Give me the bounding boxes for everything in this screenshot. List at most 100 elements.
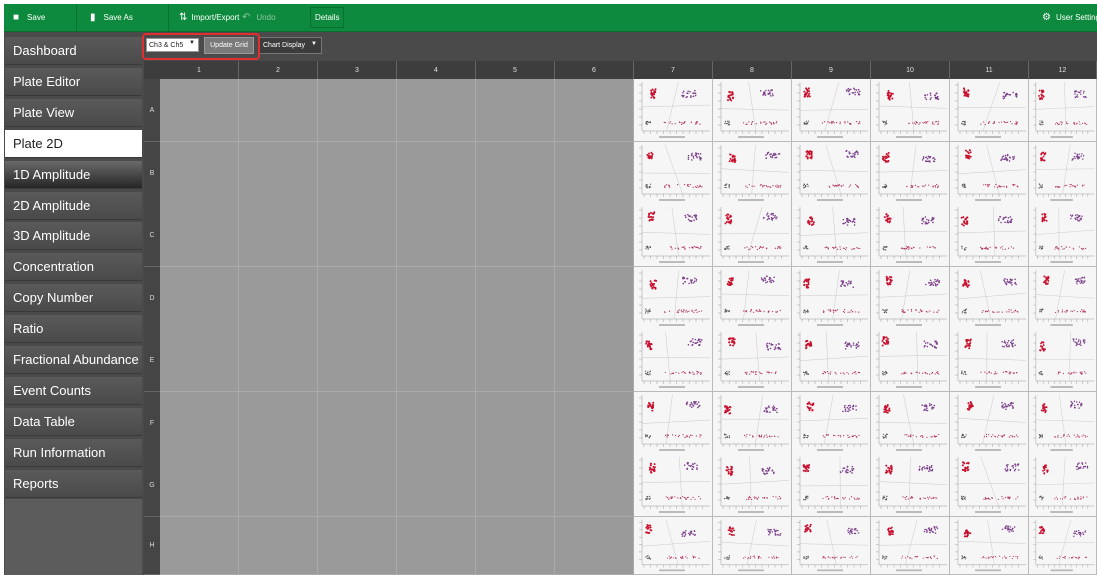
sidebar-item-plate-view[interactable]: Plate View (5, 99, 142, 127)
well-cell-B2[interactable] (239, 142, 318, 205)
well-plot-E9[interactable] (792, 329, 871, 392)
well-plot-E7[interactable] (634, 329, 713, 392)
user-settings-button[interactable]: ⚙ User Settings (1040, 4, 1097, 31)
sidebar-item-1d-amplitude[interactable]: 1D Amplitude (5, 161, 142, 189)
row-header[interactable]: F (144, 392, 160, 455)
well-plot-B7[interactable] (634, 142, 713, 205)
well-cell-C4[interactable] (397, 204, 476, 267)
well-plot-G7[interactable] (634, 454, 713, 517)
well-cell-H2[interactable] (239, 517, 318, 575)
column-header[interactable]: 6 (555, 61, 634, 79)
sidebar-item-copy-number[interactable]: Copy Number (5, 284, 142, 312)
column-header[interactable]: 4 (397, 61, 476, 79)
well-cell-H1[interactable] (160, 517, 239, 575)
well-plot-B9[interactable] (792, 142, 871, 205)
undo-button[interactable]: ↶ Undo (236, 4, 296, 31)
well-plot-B10[interactable] (871, 142, 950, 205)
well-cell-A6[interactable] (555, 79, 634, 142)
well-cell-F6[interactable] (555, 392, 634, 455)
well-plot-C11[interactable] (950, 204, 1029, 267)
row-header[interactable]: G (144, 454, 160, 517)
well-cell-B4[interactable] (397, 142, 476, 205)
sidebar-item-data-table[interactable]: Data Table (5, 408, 142, 436)
well-cell-C5[interactable] (476, 204, 555, 267)
column-header[interactable]: 11 (950, 61, 1029, 79)
sidebar-item-dashboard[interactable]: Dashboard (5, 37, 142, 65)
well-cell-G1[interactable] (160, 454, 239, 517)
sidebar-item-concentration[interactable]: Concentration (5, 253, 142, 281)
column-header[interactable]: 10 (871, 61, 950, 79)
sidebar-item-plate-editor[interactable]: Plate Editor (5, 68, 142, 96)
well-cell-D4[interactable] (397, 267, 476, 330)
sidebar-item-run-information[interactable]: Run Information (5, 439, 142, 467)
sidebar-item-fractional-abundance[interactable]: Fractional Abundance (5, 346, 142, 374)
well-cell-H5[interactable] (476, 517, 555, 575)
well-plot-A12[interactable] (1029, 79, 1097, 142)
well-cell-G5[interactable] (476, 454, 555, 517)
well-plot-H7[interactable] (634, 517, 713, 575)
well-cell-H6[interactable] (555, 517, 634, 575)
save-as-button[interactable]: ▮ Save As (77, 4, 169, 31)
sidebar-item-3d-amplitude[interactable]: 3D Amplitude (5, 222, 142, 250)
well-cell-B1[interactable] (160, 142, 239, 205)
column-header[interactable]: 1 (160, 61, 239, 79)
well-plot-D12[interactable] (1029, 267, 1097, 330)
well-cell-A2[interactable] (239, 79, 318, 142)
well-cell-E6[interactable] (555, 329, 634, 392)
well-cell-H4[interactable] (397, 517, 476, 575)
well-plot-G10[interactable] (871, 454, 950, 517)
well-plot-G8[interactable] (713, 454, 792, 517)
row-header[interactable]: C (144, 204, 160, 267)
well-plot-F7[interactable] (634, 392, 713, 455)
well-plot-C9[interactable] (792, 204, 871, 267)
well-plot-D9[interactable] (792, 267, 871, 330)
column-header[interactable]: 3 (318, 61, 397, 79)
well-plot-C10[interactable] (871, 204, 950, 267)
well-cell-B5[interactable] (476, 142, 555, 205)
column-header[interactable]: 12 (1029, 61, 1097, 79)
well-plot-F8[interactable] (713, 392, 792, 455)
well-cell-F1[interactable] (160, 392, 239, 455)
column-header[interactable]: 7 (634, 61, 713, 79)
well-cell-A1[interactable] (160, 79, 239, 142)
well-plot-C8[interactable] (713, 204, 792, 267)
well-cell-F4[interactable] (397, 392, 476, 455)
well-cell-G6[interactable] (555, 454, 634, 517)
well-plot-H12[interactable] (1029, 517, 1097, 575)
well-cell-D2[interactable] (239, 267, 318, 330)
well-plot-D7[interactable] (634, 267, 713, 330)
row-header[interactable]: E (144, 329, 160, 392)
well-plot-A10[interactable] (871, 79, 950, 142)
well-cell-C3[interactable] (318, 204, 397, 267)
well-cell-F5[interactable] (476, 392, 555, 455)
well-plot-D8[interactable] (713, 267, 792, 330)
well-plot-F10[interactable] (871, 392, 950, 455)
well-plot-C7[interactable] (634, 204, 713, 267)
well-plot-F9[interactable] (792, 392, 871, 455)
well-cell-D1[interactable] (160, 267, 239, 330)
well-cell-D3[interactable] (318, 267, 397, 330)
well-plot-E10[interactable] (871, 329, 950, 392)
well-plot-E11[interactable] (950, 329, 1029, 392)
well-cell-B6[interactable] (555, 142, 634, 205)
well-plot-H9[interactable] (792, 517, 871, 575)
well-plot-D10[interactable] (871, 267, 950, 330)
well-plot-G9[interactable] (792, 454, 871, 517)
well-plot-F12[interactable] (1029, 392, 1097, 455)
column-header[interactable]: 8 (713, 61, 792, 79)
well-plot-B11[interactable] (950, 142, 1029, 205)
row-header[interactable]: B (144, 142, 160, 205)
sidebar-item-ratio[interactable]: Ratio (5, 315, 142, 343)
well-plot-A11[interactable] (950, 79, 1029, 142)
well-cell-E2[interactable] (239, 329, 318, 392)
column-header[interactable]: 2 (239, 61, 318, 79)
column-header[interactable]: 5 (476, 61, 555, 79)
chart-display-dropdown[interactable]: Chart Display ▼ (258, 37, 322, 54)
well-cell-G3[interactable] (318, 454, 397, 517)
well-cell-C2[interactable] (239, 204, 318, 267)
save-button[interactable]: ■ Save (4, 4, 77, 31)
well-plot-E8[interactable] (713, 329, 792, 392)
well-plot-B8[interactable] (713, 142, 792, 205)
well-cell-F3[interactable] (318, 392, 397, 455)
well-cell-A5[interactable] (476, 79, 555, 142)
